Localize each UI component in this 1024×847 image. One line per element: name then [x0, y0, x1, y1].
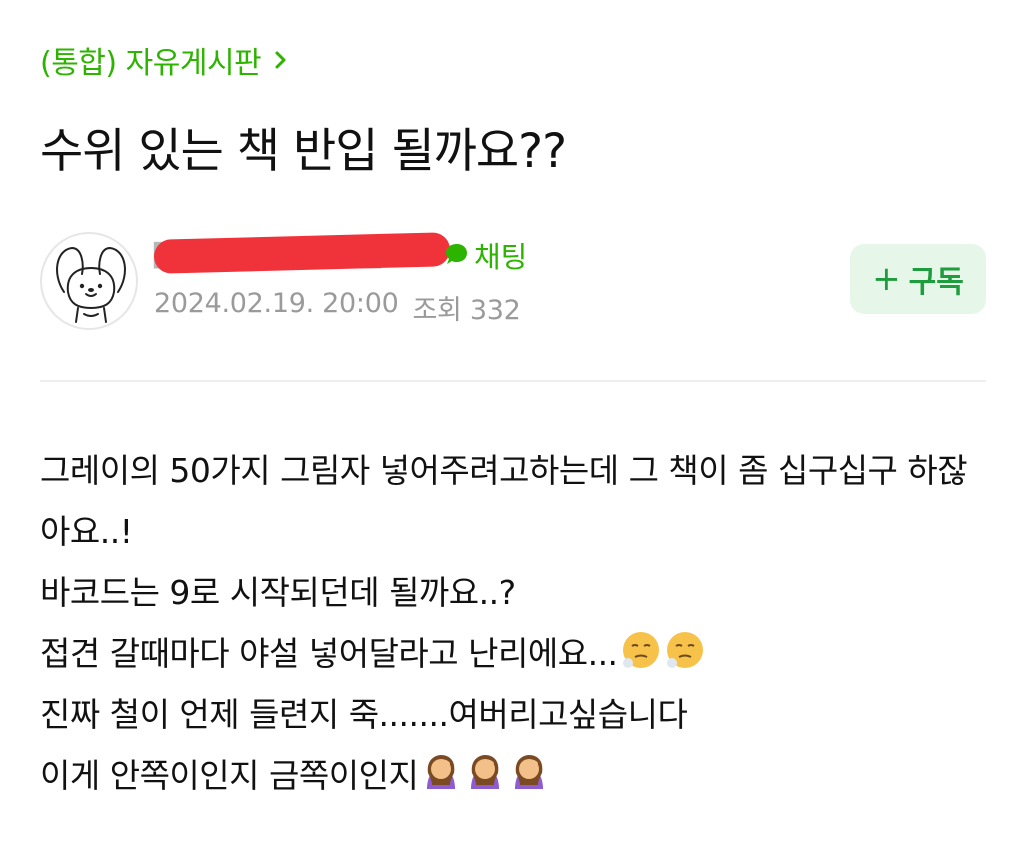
chat-label: 채팅: [474, 240, 528, 274]
content-line: 진짜 철이 언제 들련지 죽.......여버리고싶습니다: [40, 695, 688, 734]
author-nickname-redacted[interactable]: ▆▆▆ ▆▆▆▆ ▆▆: [153, 232, 454, 276]
content-line: 이게 안쪽이인지 금쪽이인지: [40, 745, 990, 806]
post-date: 2024.02.19. 20:00: [154, 288, 399, 319]
post-views: 조회 332: [412, 295, 521, 326]
content-line: 바코드는 9로 시작되던데 될까요..?: [40, 573, 516, 612]
rabbit-avatar-icon: [56, 246, 126, 323]
content-line: 접견 갈때마다 야설 넣어달라고 난리에요...: [40, 623, 990, 684]
author-avatar[interactable]: [40, 232, 138, 330]
exhale-face-emoji-icon: [622, 632, 659, 668]
content-line: 그레이의 50가지 그림자 넣어주려고하는데 그 책이 좀 십구십구 하잖아요.…: [40, 451, 968, 551]
facepalm-woman-emoji-icon: [427, 755, 456, 789]
redaction-mark: [153, 232, 451, 274]
subscribe-label: 구독: [908, 265, 964, 300]
chat-button[interactable]: 채팅: [442, 234, 527, 276]
board-breadcrumb-link[interactable]: (통합) 자유게시판: [40, 38, 295, 82]
chevron-right-icon: [275, 51, 286, 69]
post-title: 수위 있는 책 반입 될까요??: [40, 124, 567, 179]
plus-icon: +: [872, 259, 901, 299]
chat-bubble-icon: [446, 244, 467, 264]
facepalm-woman-emoji-icon: [515, 755, 544, 789]
board-link-label: (통합) 자유게시판: [40, 46, 262, 81]
exhale-face-emoji-icon: [666, 632, 703, 668]
divider: [40, 380, 986, 382]
post-meta: 2024.02.19. 20:00 조회 332: [154, 288, 521, 327]
subscribe-button[interactable]: + 구독: [850, 244, 986, 314]
facepalm-woman-emoji-icon: [471, 755, 500, 789]
post-content: 그레이의 50가지 그림자 넣어주려고하는데 그 책이 좀 십구십구 하잖아요.…: [40, 440, 990, 806]
author-row: ▆▆▆ ▆▆▆▆ ▆▆ 채팅 2024.02.19. 20:00 조회 332 …: [40, 228, 986, 332]
